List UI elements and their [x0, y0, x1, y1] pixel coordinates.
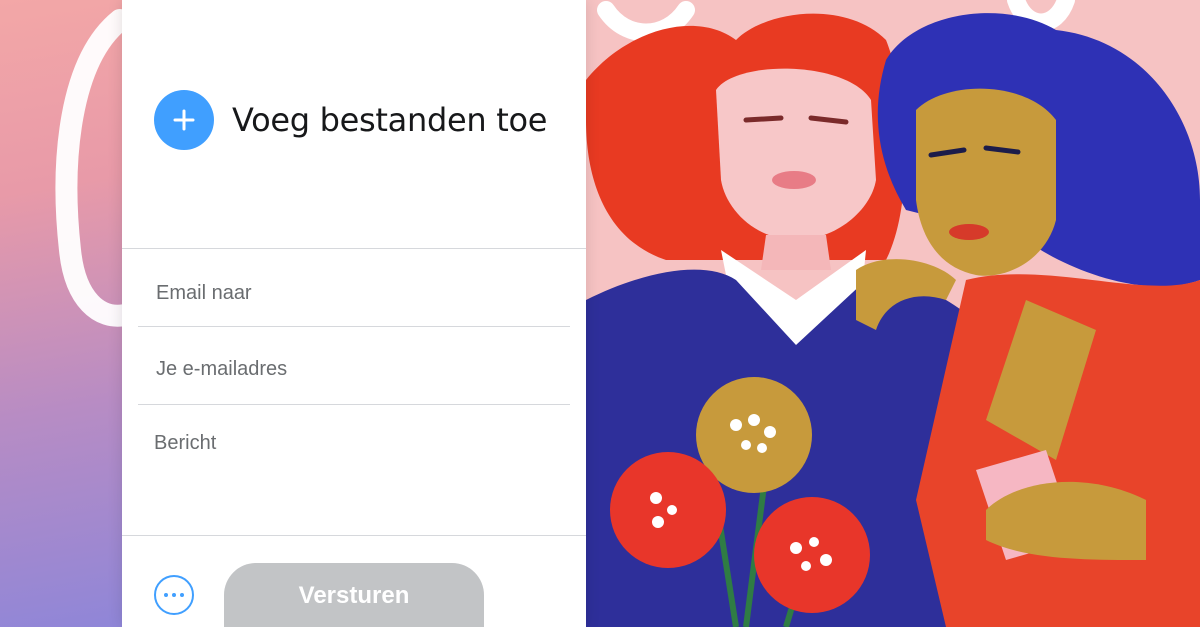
field-divider [138, 404, 570, 405]
send-button[interactable]: Versturen [224, 563, 484, 627]
transfer-panel: Voeg bestanden toe Versturen [122, 0, 586, 627]
plus-icon [173, 109, 195, 131]
more-options-button[interactable] [154, 575, 194, 615]
footer-divider [122, 535, 586, 536]
field-divider [138, 326, 570, 327]
illustration-artwork [586, 0, 1200, 627]
email-from-field[interactable] [138, 352, 570, 386]
ellipsis-icon [164, 593, 168, 597]
section-divider [122, 248, 586, 249]
message-field[interactable] [138, 432, 570, 522]
add-files-button[interactable] [154, 90, 214, 150]
email-to-field[interactable] [138, 276, 570, 310]
add-files-label: Voeg bestanden toe [232, 101, 548, 139]
add-files-area[interactable]: Voeg bestanden toe [154, 90, 547, 150]
background-gradient [0, 0, 130, 627]
